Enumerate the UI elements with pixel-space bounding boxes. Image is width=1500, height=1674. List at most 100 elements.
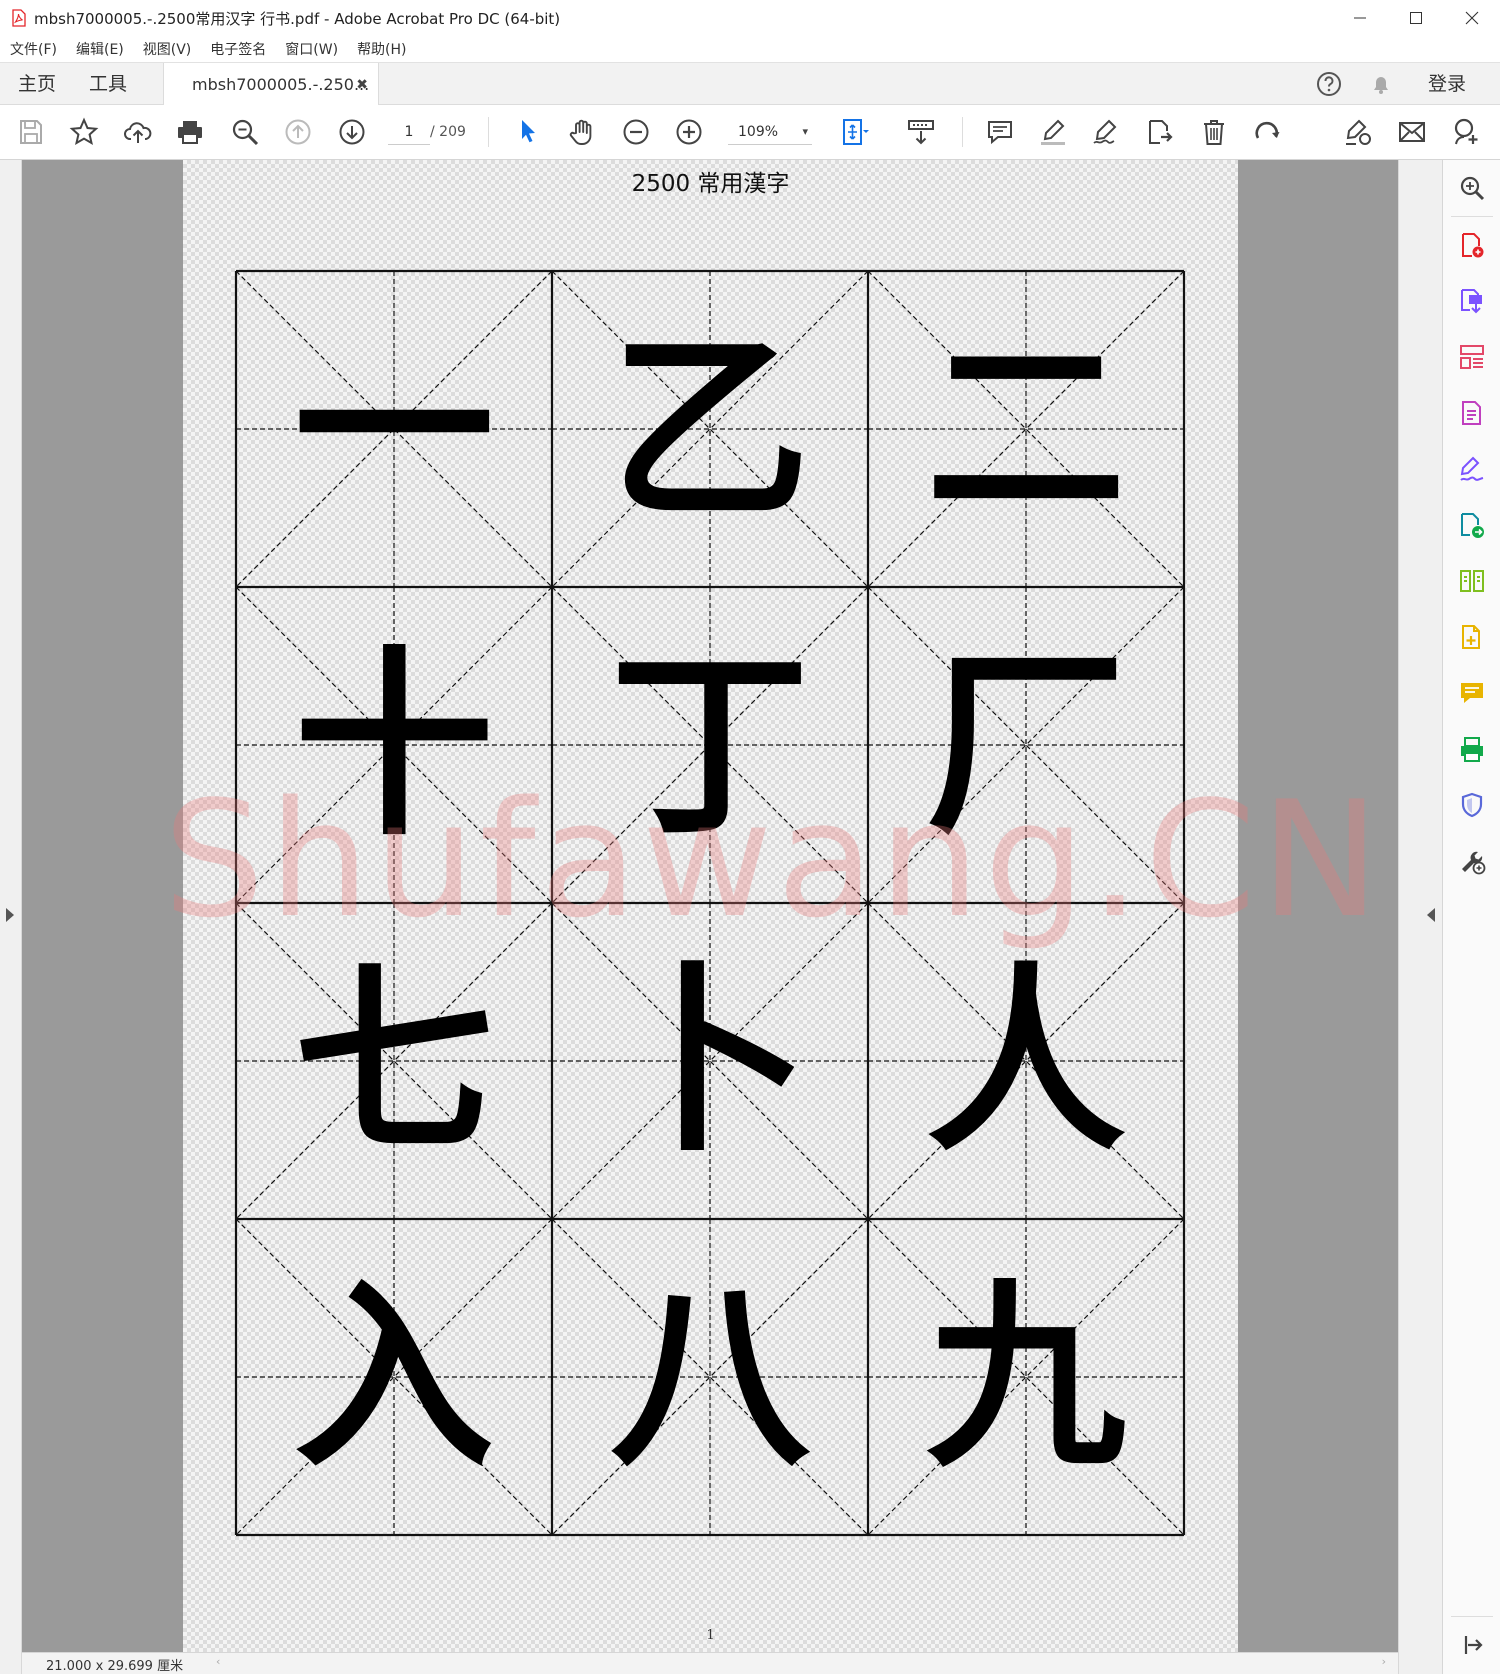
zoom-search-button[interactable]: [228, 115, 262, 149]
menu-bar: 文件(F) 编辑(E) 视图(V) 电子签名 窗口(W) 帮助(H): [0, 36, 1500, 62]
tool-scan-ocr[interactable]: [1457, 734, 1487, 764]
close-window-button[interactable]: [1444, 0, 1500, 36]
send-for-signature-button[interactable]: [1341, 115, 1375, 149]
delete-button[interactable]: [1197, 115, 1231, 149]
comment-bubble-icon: [988, 121, 1012, 145]
tools-pane-separator: [1451, 1616, 1493, 1617]
wrench-plus-icon: [1462, 851, 1486, 875]
sign-button[interactable]: [1089, 115, 1123, 149]
calligraphy-character: 二: [926, 314, 1126, 547]
left-navigation-pane-toggle[interactable]: [0, 160, 22, 1674]
calligraphy-character: 一: [294, 314, 494, 547]
tool-export-pdf[interactable]: [1457, 286, 1487, 316]
notifications-bell-icon[interactable]: [1368, 71, 1394, 101]
email-button[interactable]: [1395, 115, 1429, 149]
zoom-out-button[interactable]: [619, 115, 653, 149]
page-size-label: 21.000 x 29.699 厘米: [46, 1659, 184, 1674]
tool-send-for-review[interactable]: [1457, 510, 1487, 540]
next-page-button[interactable]: [335, 115, 369, 149]
tool-combine-files[interactable]: [1457, 622, 1487, 652]
tool-protect[interactable]: [1457, 790, 1487, 820]
tools-pane-separator: [1451, 216, 1493, 217]
save-disk-icon: [20, 120, 42, 144]
page-fit-button[interactable]: [838, 115, 872, 149]
minimize-button[interactable]: [1332, 0, 1388, 36]
page-total-label: / 209: [430, 124, 466, 140]
create-pdf-icon: [1462, 233, 1484, 258]
calligraphy-character: 丁: [610, 630, 810, 863]
previous-page-button[interactable]: [281, 115, 315, 149]
tab-home[interactable]: 主页: [18, 63, 56, 105]
hand-tool-button[interactable]: [565, 115, 599, 149]
scroll-left-icon[interactable]: ‹: [216, 1655, 220, 1668]
tool-fill-sign[interactable]: [1457, 454, 1487, 484]
zoom-in-button[interactable]: [672, 115, 706, 149]
tool-search-pane[interactable]: [1457, 173, 1487, 203]
tools-pane: [1442, 160, 1500, 1674]
zoom-level-dropdown[interactable]: 109% ▾: [728, 119, 812, 145]
calligraphy-character: 七: [294, 946, 494, 1179]
print-button[interactable]: [173, 115, 207, 149]
add-person-icon: [1454, 118, 1478, 145]
document-share-icon: [1149, 120, 1173, 144]
chevron-down-icon: ▾: [802, 125, 808, 138]
pdf-page: 一乙二十丁厂七卜人入八九 2500 常用漢字 1: [183, 160, 1238, 1660]
minus-circle-icon: [623, 119, 649, 145]
share-link-button[interactable]: [1143, 115, 1177, 149]
tool-organize-pages[interactable]: [1457, 342, 1487, 372]
cursor-arrow-icon: [522, 120, 535, 143]
menu-window[interactable]: 窗口(W): [285, 39, 338, 59]
trash-icon: [1204, 120, 1224, 145]
tab-bar: 主页 工具 mbsh7000005.-.250... ✖ 登录: [0, 62, 1500, 106]
toolbar-collapse-icon: [908, 120, 934, 145]
menu-file[interactable]: 文件(F): [10, 39, 57, 59]
menu-view[interactable]: 视图(V): [143, 39, 192, 59]
maximize-button[interactable]: [1388, 0, 1444, 36]
reading-mode-button[interactable]: [904, 115, 938, 149]
toolbar-separator: [488, 117, 489, 147]
rotate-button[interactable]: [1250, 115, 1284, 149]
select-tool-button[interactable]: [511, 115, 545, 149]
minimize-icon: [1354, 17, 1366, 19]
tool-create-pdf[interactable]: [1457, 230, 1487, 260]
highlight-button[interactable]: [1036, 115, 1070, 149]
calligraphy-character: 人: [926, 946, 1126, 1179]
zoom-magnifier-icon: [232, 119, 259, 146]
menu-esign[interactable]: 电子签名: [210, 39, 266, 59]
sign-in-link[interactable]: 登录: [1428, 63, 1466, 105]
scroll-right-icon[interactable]: ›: [1382, 1655, 1386, 1668]
combine-files-icon: [1462, 625, 1480, 649]
star-icon: [69, 117, 99, 146]
mi-grid: 一乙二十丁厂七卜人入八九: [234, 269, 1186, 1537]
window-controls: [1332, 0, 1500, 36]
add-user-button[interactable]: [1449, 115, 1483, 149]
window-title: mbsh7000005.-.2500常用汉字 行书.pdf - Adobe Ac…: [34, 9, 561, 28]
menu-edit[interactable]: 编辑(E): [76, 39, 124, 59]
close-tab-icon[interactable]: ✖: [356, 77, 368, 93]
tool-compare[interactable]: [1457, 566, 1487, 596]
tool-edit-pdf[interactable]: [1457, 398, 1487, 428]
title-bar: mbsh7000005.-.2500常用汉字 行书.pdf - Adobe Ac…: [0, 0, 1500, 36]
help-icon[interactable]: [1316, 71, 1342, 101]
menu-help[interactable]: 帮助(H): [357, 39, 406, 59]
fit-page-icon: [843, 119, 869, 145]
collapse-tools-pane-button[interactable]: [1457, 1630, 1487, 1660]
arrow-down-circle-icon: [339, 119, 365, 145]
tab-tools[interactable]: 工具: [89, 63, 127, 105]
cloud-upload-button[interactable]: [121, 115, 155, 149]
highlighter-pen-icon: [1041, 119, 1065, 145]
zoom-level-value: 109%: [738, 124, 779, 140]
bookmark-star-button[interactable]: [67, 115, 101, 149]
tool-more-tools[interactable]: [1457, 846, 1487, 876]
page-number-input[interactable]: 1: [388, 119, 430, 145]
hand-icon: [569, 119, 592, 145]
comment-button[interactable]: [983, 115, 1017, 149]
tool-comment[interactable]: [1457, 678, 1487, 708]
organize-pages-icon: [1460, 345, 1484, 369]
save-button[interactable]: [14, 115, 48, 149]
expand-left-pane-icon: [6, 908, 14, 922]
page-heading: 2500 常用漢字: [631, 171, 790, 197]
document-tab-label: mbsh7000005.-.250...: [192, 75, 370, 94]
tab-document[interactable]: mbsh7000005.-.250... ✖: [163, 63, 379, 106]
right-pane-toggle[interactable]: [1398, 160, 1442, 1674]
